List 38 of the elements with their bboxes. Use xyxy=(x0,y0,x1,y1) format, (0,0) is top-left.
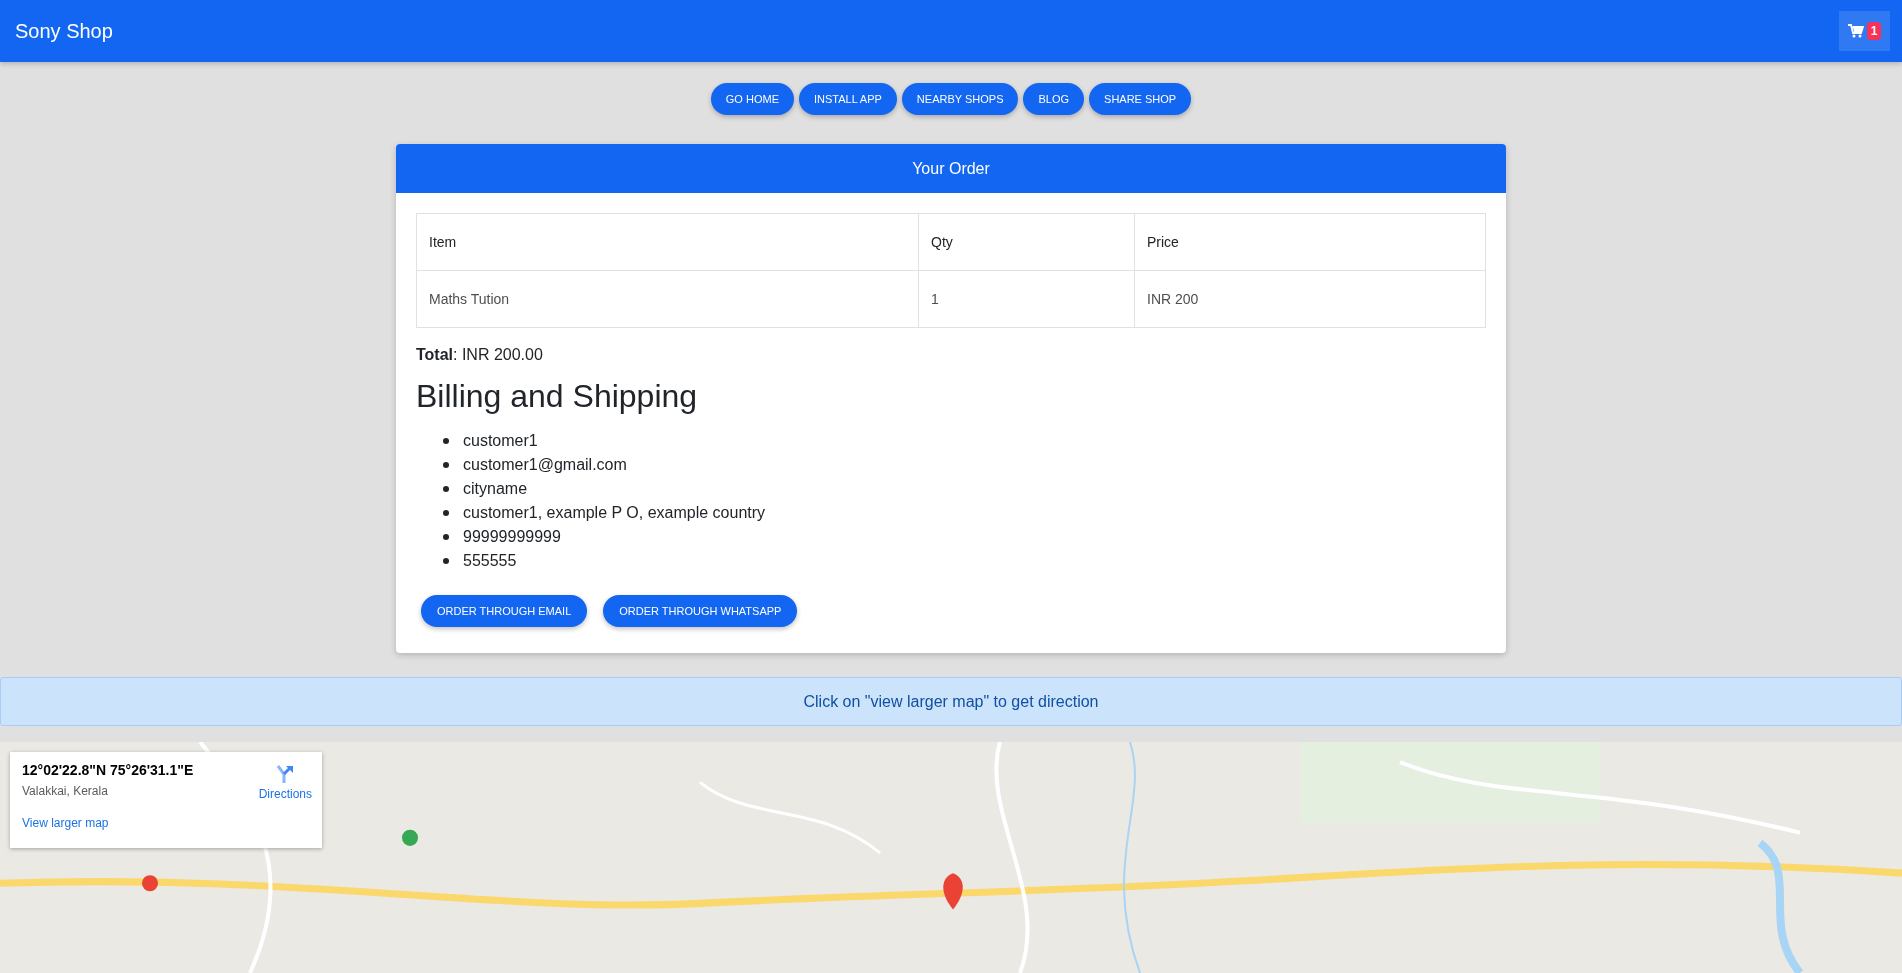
info-alert: Click on "view larger map" to get direction xyxy=(0,677,1902,726)
directions-icon xyxy=(275,764,296,784)
directions-link[interactable]: Directions xyxy=(258,762,312,848)
section-heading: Billing and Shipping xyxy=(416,378,699,415)
larger-map-link[interactable]: View larger map xyxy=(22,816,109,830)
billing-detail: 555555 xyxy=(463,552,517,570)
table-cell: 1 xyxy=(918,270,1135,328)
column-header: Price xyxy=(1134,213,1486,271)
cart-count-badge: 1 xyxy=(1866,22,1882,40)
bullet-icon xyxy=(443,510,449,516)
bullet-icon xyxy=(443,534,449,540)
nav-button[interactable]: SHARE SHOP xyxy=(1089,83,1192,115)
place-name: Valakkai, Kerala xyxy=(22,784,109,798)
billing-detail: customer1, example P O, example country xyxy=(463,504,766,522)
column-header: Item xyxy=(416,213,919,271)
order-total: Total: INR 200.00 xyxy=(416,346,544,364)
billing-detail: customer1 xyxy=(463,432,538,450)
card-header: Your Order xyxy=(396,144,1506,193)
bullet-icon xyxy=(443,558,449,564)
column-header: Qty xyxy=(918,213,1135,271)
bullet-icon xyxy=(443,462,449,468)
cart-button[interactable]: 1 xyxy=(1839,11,1890,51)
nav-button[interactable]: INSTALL APP xyxy=(799,83,897,115)
billing-detail: cityname xyxy=(463,480,528,498)
coordinates: 12°02'22.8"N 75°26'31.1"E xyxy=(22,762,194,778)
bullet-icon xyxy=(443,486,449,492)
table-cell: Maths Tution xyxy=(416,270,919,328)
nav-button[interactable]: GO HOME xyxy=(710,83,794,115)
table-cell: INR 200 xyxy=(1134,270,1486,328)
brand-link[interactable]: Sony Shop xyxy=(15,19,113,43)
nav-button[interactable]: NEARBY SHOPS xyxy=(901,83,1019,115)
nav-button[interactable]: BLOG xyxy=(1023,83,1085,115)
order-button[interactable]: ORDER THROUGH WHATSAPP xyxy=(603,595,798,627)
bullet-icon xyxy=(443,438,449,444)
order-button[interactable]: ORDER THROUGH EMAIL xyxy=(421,595,588,627)
billing-detail: 99999999999 xyxy=(463,528,561,546)
billing-detail: customer1@gmail.com xyxy=(463,456,627,474)
cart-icon xyxy=(1847,24,1864,38)
